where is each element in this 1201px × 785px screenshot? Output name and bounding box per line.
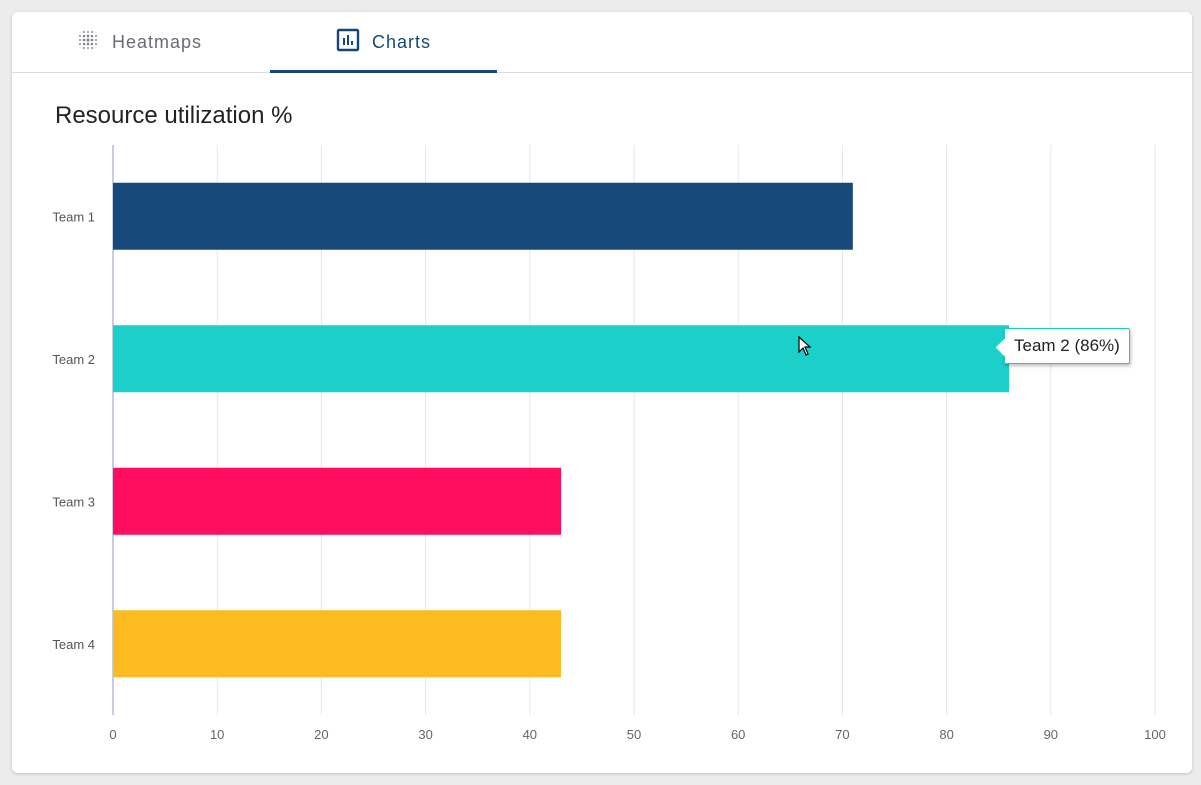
x-tick-label: 10 <box>210 727 224 742</box>
mouse-cursor-icon <box>798 336 812 356</box>
bar-team-1[interactable] <box>113 182 853 250</box>
y-category-label: Team 2 <box>52 352 95 367</box>
x-tick-label: 50 <box>627 727 641 742</box>
bar-chart: Team 1 Team 2 Team 3 Team 4 0 10 20 30 40 50 60 70… <box>52 145 1166 742</box>
y-category-label: Team 1 <box>52 209 95 224</box>
x-tick-label: 20 <box>314 727 328 742</box>
x-tick-label: 80 <box>939 727 953 742</box>
x-tick-label: 90 <box>1044 727 1058 742</box>
x-tick-label: 100 <box>1144 727 1166 742</box>
x-tick-label: 40 <box>523 727 537 742</box>
bar-team-4[interactable] <box>113 610 562 678</box>
bar-team-2[interactable] <box>113 325 1010 393</box>
x-tick-label: 60 <box>731 727 745 742</box>
y-category-label: Team 3 <box>52 494 95 509</box>
bar-team-3[interactable] <box>113 467 562 535</box>
y-category-label: Team 4 <box>52 637 95 652</box>
x-tick-label: 0 <box>109 727 116 742</box>
x-tick-label: 30 <box>418 727 432 742</box>
bar-tooltip: Team 2 (86%) <box>1004 328 1130 364</box>
x-tick-label: 70 <box>835 727 849 742</box>
